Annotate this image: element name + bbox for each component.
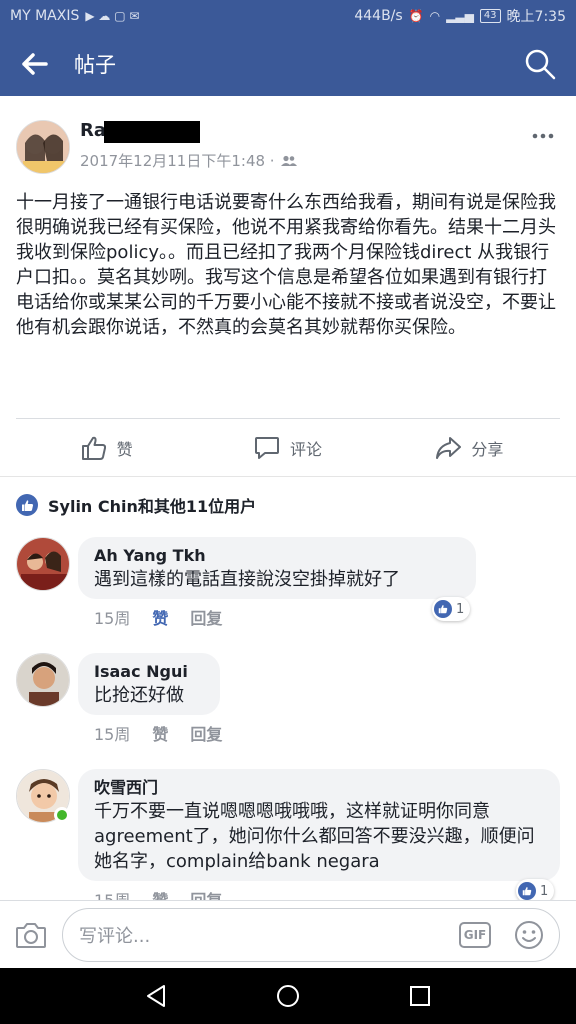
likes-summary-text: Sylin Chin和其他11位用户 <box>48 497 257 516</box>
friends-icon <box>280 155 297 166</box>
comment-bubble[interactable]: Ah Yang Tkh 遇到這樣的電話直接說沒空掛掉就好了 <box>78 537 476 599</box>
page-title: 帖子 <box>74 53 116 77</box>
comment-time: 15周 <box>94 725 131 744</box>
comment-bubble[interactable]: 吹雪西门 千万不要一直说嗯嗯嗯哦哦哦，这样就证明你同意agreement了，她问… <box>78 769 560 881</box>
comment-reactions[interactable]: 1 <box>432 597 471 621</box>
app-bar: 帖子 <box>0 32 576 96</box>
nav-recents-button[interactable] <box>400 976 440 1016</box>
like-reaction-icon <box>434 600 452 618</box>
gif-button[interactable]: GIF <box>459 921 491 948</box>
redaction-bar <box>104 121 200 143</box>
online-status-indicator <box>54 807 70 823</box>
nav-back-icon <box>147 985 165 1007</box>
comment-reply-button[interactable]: 回复 <box>190 721 222 745</box>
wifi-icon: ◠ <box>429 9 441 23</box>
battery-indicator: 43 <box>479 9 501 23</box>
commenter-avatar[interactable] <box>16 537 70 591</box>
post-header: Ra 2017年12月11日下午1:48 · <box>0 96 576 176</box>
likes-summary[interactable]: Sylin Chin和其他11位用户 <box>16 493 256 517</box>
author-name[interactable]: Ra <box>80 120 106 141</box>
post-date[interactable]: 2017年12月11日下午1:48 · <box>80 150 297 171</box>
like-label: 赞 <box>116 439 133 459</box>
comment-meta: 15周 赞 回复 <box>94 721 222 745</box>
post-card: Ra 2017年12月11日下午1:48 · 十一月接了一通银行电话说要寄什么东… <box>0 96 576 476</box>
more-icon <box>532 133 554 139</box>
comment-bubble[interactable]: Isaac Ngui 比抢还好做 <box>78 653 220 715</box>
comment-reply-button[interactable]: 回复 <box>190 605 222 629</box>
reaction-count: 1 <box>456 601 465 617</box>
nav-home-icon <box>277 985 299 1007</box>
like-reaction-icon <box>518 882 536 900</box>
commenter-avatar[interactable] <box>16 653 70 707</box>
back-button[interactable] <box>0 32 70 96</box>
search-icon <box>525 49 556 80</box>
comment-icon <box>254 436 279 459</box>
share-icon <box>436 436 462 459</box>
comment-meta: 15周 赞 回复 <box>94 605 222 629</box>
emoji-button[interactable] <box>513 919 545 951</box>
nav-recents-icon <box>410 986 430 1006</box>
camera-icon <box>16 922 46 948</box>
thumbs-up-icon <box>81 436 106 460</box>
system-navigation-bar <box>0 968 576 1024</box>
comment-input-placeholder: 写评论... <box>79 925 151 947</box>
like-button[interactable]: 赞 <box>16 435 197 461</box>
share-label: 分享 <box>471 439 504 459</box>
like-reaction-icon <box>16 494 38 516</box>
comments-section: Sylin Chin和其他11位用户 Ah Yang Tkh 遇到這樣的電話直接… <box>0 476 576 910</box>
comment-text: 遇到這樣的電話直接說沒空掛掉就好了 <box>94 569 400 590</box>
clock: 晚上7:35 <box>506 9 566 25</box>
commenter-name[interactable]: 吹雪西门 <box>94 777 544 799</box>
comment-button[interactable]: 评论 <box>197 435 378 461</box>
comment-composer: 写评论... GIF <box>0 900 576 968</box>
author-avatar[interactable] <box>16 120 70 174</box>
network-speed: 444B/s <box>354 8 403 24</box>
status-bar: MY MAXIS ▶ ☁ ▢ ✉ 444B/s ⏰ ◠ ▂▃▅ 43 晚上7:3… <box>0 0 576 32</box>
back-arrow-icon <box>22 53 48 75</box>
comment-label: 评论 <box>289 439 322 459</box>
post-timestamp: 2017年12月11日下午1:48 · <box>80 152 275 170</box>
notification-icons: ▶ ☁ ▢ ✉ <box>85 9 140 23</box>
more-options-button[interactable] <box>532 120 554 145</box>
share-button[interactable]: 分享 <box>379 435 560 461</box>
post-actions: 赞 评论 分享 <box>16 418 560 476</box>
post-body: 十一月接了一通银行电话说要寄什么东西给我看，期间有说是保险我很明确说我已经有买保… <box>16 192 556 338</box>
comment-like-button[interactable]: 赞 <box>152 721 168 745</box>
search-button[interactable] <box>504 32 576 96</box>
emoji-icon <box>515 920 543 949</box>
carrier-label: MY MAXIS <box>10 8 80 24</box>
signal-icon: ▂▃▅ <box>446 9 474 23</box>
camera-button[interactable] <box>0 901 62 969</box>
commenter-name[interactable]: Isaac Ngui <box>94 661 204 683</box>
nav-back-button[interactable] <box>136 976 176 1016</box>
nav-home-button[interactable] <box>268 976 308 1016</box>
commenter-name[interactable]: Ah Yang Tkh <box>94 545 460 567</box>
comment-text: 比抢还好做 <box>94 685 184 706</box>
comment-time: 15周 <box>94 609 131 628</box>
comment-like-button[interactable]: 赞 <box>152 605 168 629</box>
comment-input[interactable]: 写评论... GIF <box>62 907 560 962</box>
comment-text: 千万不要一直说嗯嗯嗯哦哦哦，这样就证明你同意agreement了，她问你什么都回… <box>94 801 535 872</box>
reaction-count: 1 <box>540 883 549 899</box>
alarm-icon: ⏰ <box>408 9 424 23</box>
